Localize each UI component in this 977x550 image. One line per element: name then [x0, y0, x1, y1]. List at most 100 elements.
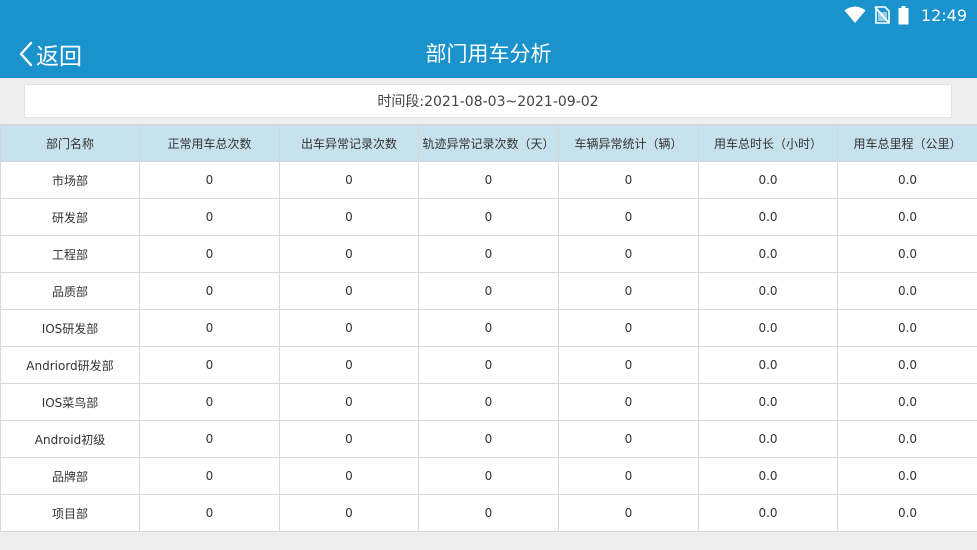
- table-cell: 0.0: [698, 235, 838, 273]
- table-cell: 0: [558, 457, 699, 495]
- table-row[interactable]: 工程部 0 0 0 0 0.0 0.0: [0, 235, 977, 273]
- table-cell: 0: [558, 420, 699, 458]
- table-cell: 0: [418, 161, 559, 199]
- table-cell: 0: [558, 494, 699, 532]
- table-cell: 0: [279, 420, 419, 458]
- table-cell: 0: [558, 272, 699, 310]
- wifi-icon: [844, 6, 866, 23]
- table-cell: 0: [418, 420, 559, 458]
- table-cell: 0: [139, 235, 280, 273]
- table-cell: 0: [558, 161, 699, 199]
- table-cell: 0: [279, 309, 419, 347]
- date-range-selector[interactable]: 时间段:2021-08-03~2021-09-02: [24, 84, 952, 118]
- table-cell: 0: [279, 457, 419, 495]
- table-cell: 0.0: [837, 161, 977, 199]
- table-cell: 0.0: [837, 235, 977, 273]
- table-cell: 0: [279, 346, 419, 384]
- table-cell: 0.0: [837, 420, 977, 458]
- table-cell: 0: [418, 198, 559, 236]
- no-sim-icon: [874, 6, 890, 24]
- department-name-cell: 品牌部: [0, 457, 140, 495]
- department-name-cell: Android初级: [0, 420, 140, 458]
- chevron-left-icon: [19, 41, 33, 67]
- table-cell: 0.0: [698, 198, 838, 236]
- table-row[interactable]: Andriord研发部 0 0 0 0 0.0 0.0: [0, 346, 977, 384]
- table-cell: 0.0: [698, 309, 838, 347]
- table-cell: 0: [279, 272, 419, 310]
- table-row[interactable]: IOS研发部 0 0 0 0 0.0 0.0: [0, 309, 977, 347]
- table-cell: 0.0: [698, 161, 838, 199]
- table-cell: 0: [139, 309, 280, 347]
- table-cell: 0.0: [698, 457, 838, 495]
- table-cell: 0: [139, 161, 280, 199]
- table-cell: 0: [139, 383, 280, 421]
- status-icons: 12:49: [844, 4, 967, 26]
- column-header: 用车总时长（小时）: [698, 124, 838, 162]
- battery-icon: [898, 5, 909, 24]
- table-cell: 0.0: [698, 383, 838, 421]
- column-header: 轨迹异常记录次数（天）: [418, 124, 559, 162]
- department-name-cell: Andriord研发部: [0, 346, 140, 384]
- app-bar: 部门用车分析 返回: [0, 30, 977, 78]
- column-header: 正常用车总次数: [139, 124, 280, 162]
- table-cell: 0.0: [837, 494, 977, 532]
- column-header: 车辆异常统计（辆）: [558, 124, 699, 162]
- table-row[interactable]: 品牌部 0 0 0 0 0.0 0.0: [0, 457, 977, 495]
- table-cell: 0: [139, 198, 280, 236]
- column-header: 用车总里程（公里）: [837, 124, 977, 162]
- table-cell: 0: [418, 457, 559, 495]
- table-header-row: 部门名称 正常用车总次数 出车异常记录次数 轨迹异常记录次数（天） 车辆异常统计…: [0, 124, 977, 162]
- table-cell: 0.0: [837, 272, 977, 310]
- table-row[interactable]: 市场部 0 0 0 0 0.0 0.0: [0, 161, 977, 199]
- table-cell: 0.0: [698, 272, 838, 310]
- table-cell: 0: [418, 309, 559, 347]
- table-cell: 0.0: [837, 346, 977, 384]
- department-name-cell: IOS菜鸟部: [0, 383, 140, 421]
- department-name-cell: 市场部: [0, 161, 140, 199]
- table-cell: 0: [279, 383, 419, 421]
- table-cell: 0: [139, 457, 280, 495]
- column-header: 部门名称: [0, 124, 140, 162]
- table-cell: 0.0: [837, 457, 977, 495]
- table-cell: 0: [558, 383, 699, 421]
- date-range-text: 时间段:2021-08-03~2021-09-02: [377, 94, 599, 110]
- table-row[interactable]: IOS菜鸟部 0 0 0 0 0.0 0.0: [0, 383, 977, 421]
- table-cell: 0: [279, 161, 419, 199]
- table-cell: 0: [139, 420, 280, 458]
- table-cell: 0: [558, 309, 699, 347]
- table-row[interactable]: Android初级 0 0 0 0 0.0 0.0: [0, 420, 977, 458]
- table-cell: 0.0: [837, 309, 977, 347]
- table-cell: 0.0: [698, 420, 838, 458]
- table-row[interactable]: 研发部 0 0 0 0 0.0 0.0: [0, 198, 977, 236]
- back-label: 返回: [36, 44, 82, 70]
- table-cell: 0: [279, 494, 419, 532]
- back-button[interactable]: 返回: [18, 30, 82, 78]
- department-name-cell: IOS研发部: [0, 309, 140, 347]
- status-bar: 12:49: [0, 0, 977, 30]
- department-usage-table: 部门名称 正常用车总次数 出车异常记录次数 轨迹异常记录次数（天） 车辆异常统计…: [0, 124, 977, 532]
- page-title: 部门用车分析: [425, 42, 552, 66]
- department-name-cell: 工程部: [0, 235, 140, 273]
- table-cell: 0: [558, 198, 699, 236]
- status-time: 12:49: [920, 5, 967, 25]
- department-name-cell: 研发部: [0, 198, 140, 236]
- table-cell: 0: [558, 346, 699, 384]
- table-cell: 0: [139, 494, 280, 532]
- table-cell: 0: [418, 494, 559, 532]
- table-cell: 0: [418, 235, 559, 273]
- column-header: 出车异常记录次数: [279, 124, 419, 162]
- table-cell: 0: [279, 235, 419, 273]
- table-row[interactable]: 品质部 0 0 0 0 0.0 0.0: [0, 272, 977, 310]
- table-cell: 0: [418, 346, 559, 384]
- table-cell: 0.0: [698, 346, 838, 384]
- table-row[interactable]: 项目部 0 0 0 0 0.0 0.0: [0, 494, 977, 532]
- table-cell: 0: [139, 272, 280, 310]
- table-cell: 0: [418, 383, 559, 421]
- department-name-cell: 品质部: [0, 272, 140, 310]
- table-cell: 0: [139, 346, 280, 384]
- table-cell: 0: [558, 235, 699, 273]
- table-cell: 0: [279, 198, 419, 236]
- table-cell: 0: [418, 272, 559, 310]
- table-cell: 0.0: [837, 383, 977, 421]
- table-cell: 0.0: [837, 198, 977, 236]
